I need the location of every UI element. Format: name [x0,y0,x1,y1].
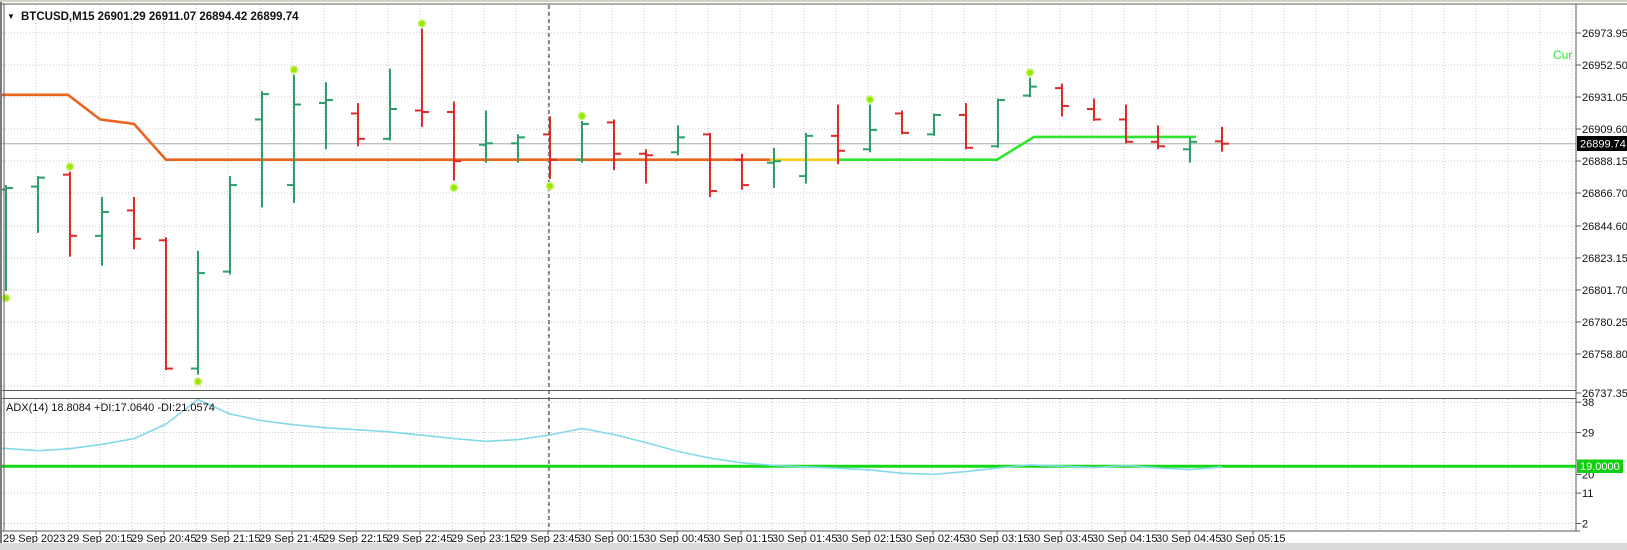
adx-level-tag: 19.0000 [1577,459,1623,473]
main-chart-area[interactable] [2,5,1576,387]
chart-canvas: 26973.9526952.5026931.0526909.6026888.15… [0,3,1627,546]
price-axis[interactable] [1577,5,1627,531]
current-price-tag-value: 26899.74 [1580,139,1626,151]
time-axis[interactable] [2,532,1576,546]
current-price-tag: 26899.74 [1577,136,1627,151]
adx-chart-area[interactable] [2,399,1576,531]
mt4-chart-window: 26973.9526952.5026931.0526909.6026888.15… [0,0,1627,550]
window-left-border [0,2,2,543]
adx-level-tag-value: 19.0000 [1580,461,1620,473]
